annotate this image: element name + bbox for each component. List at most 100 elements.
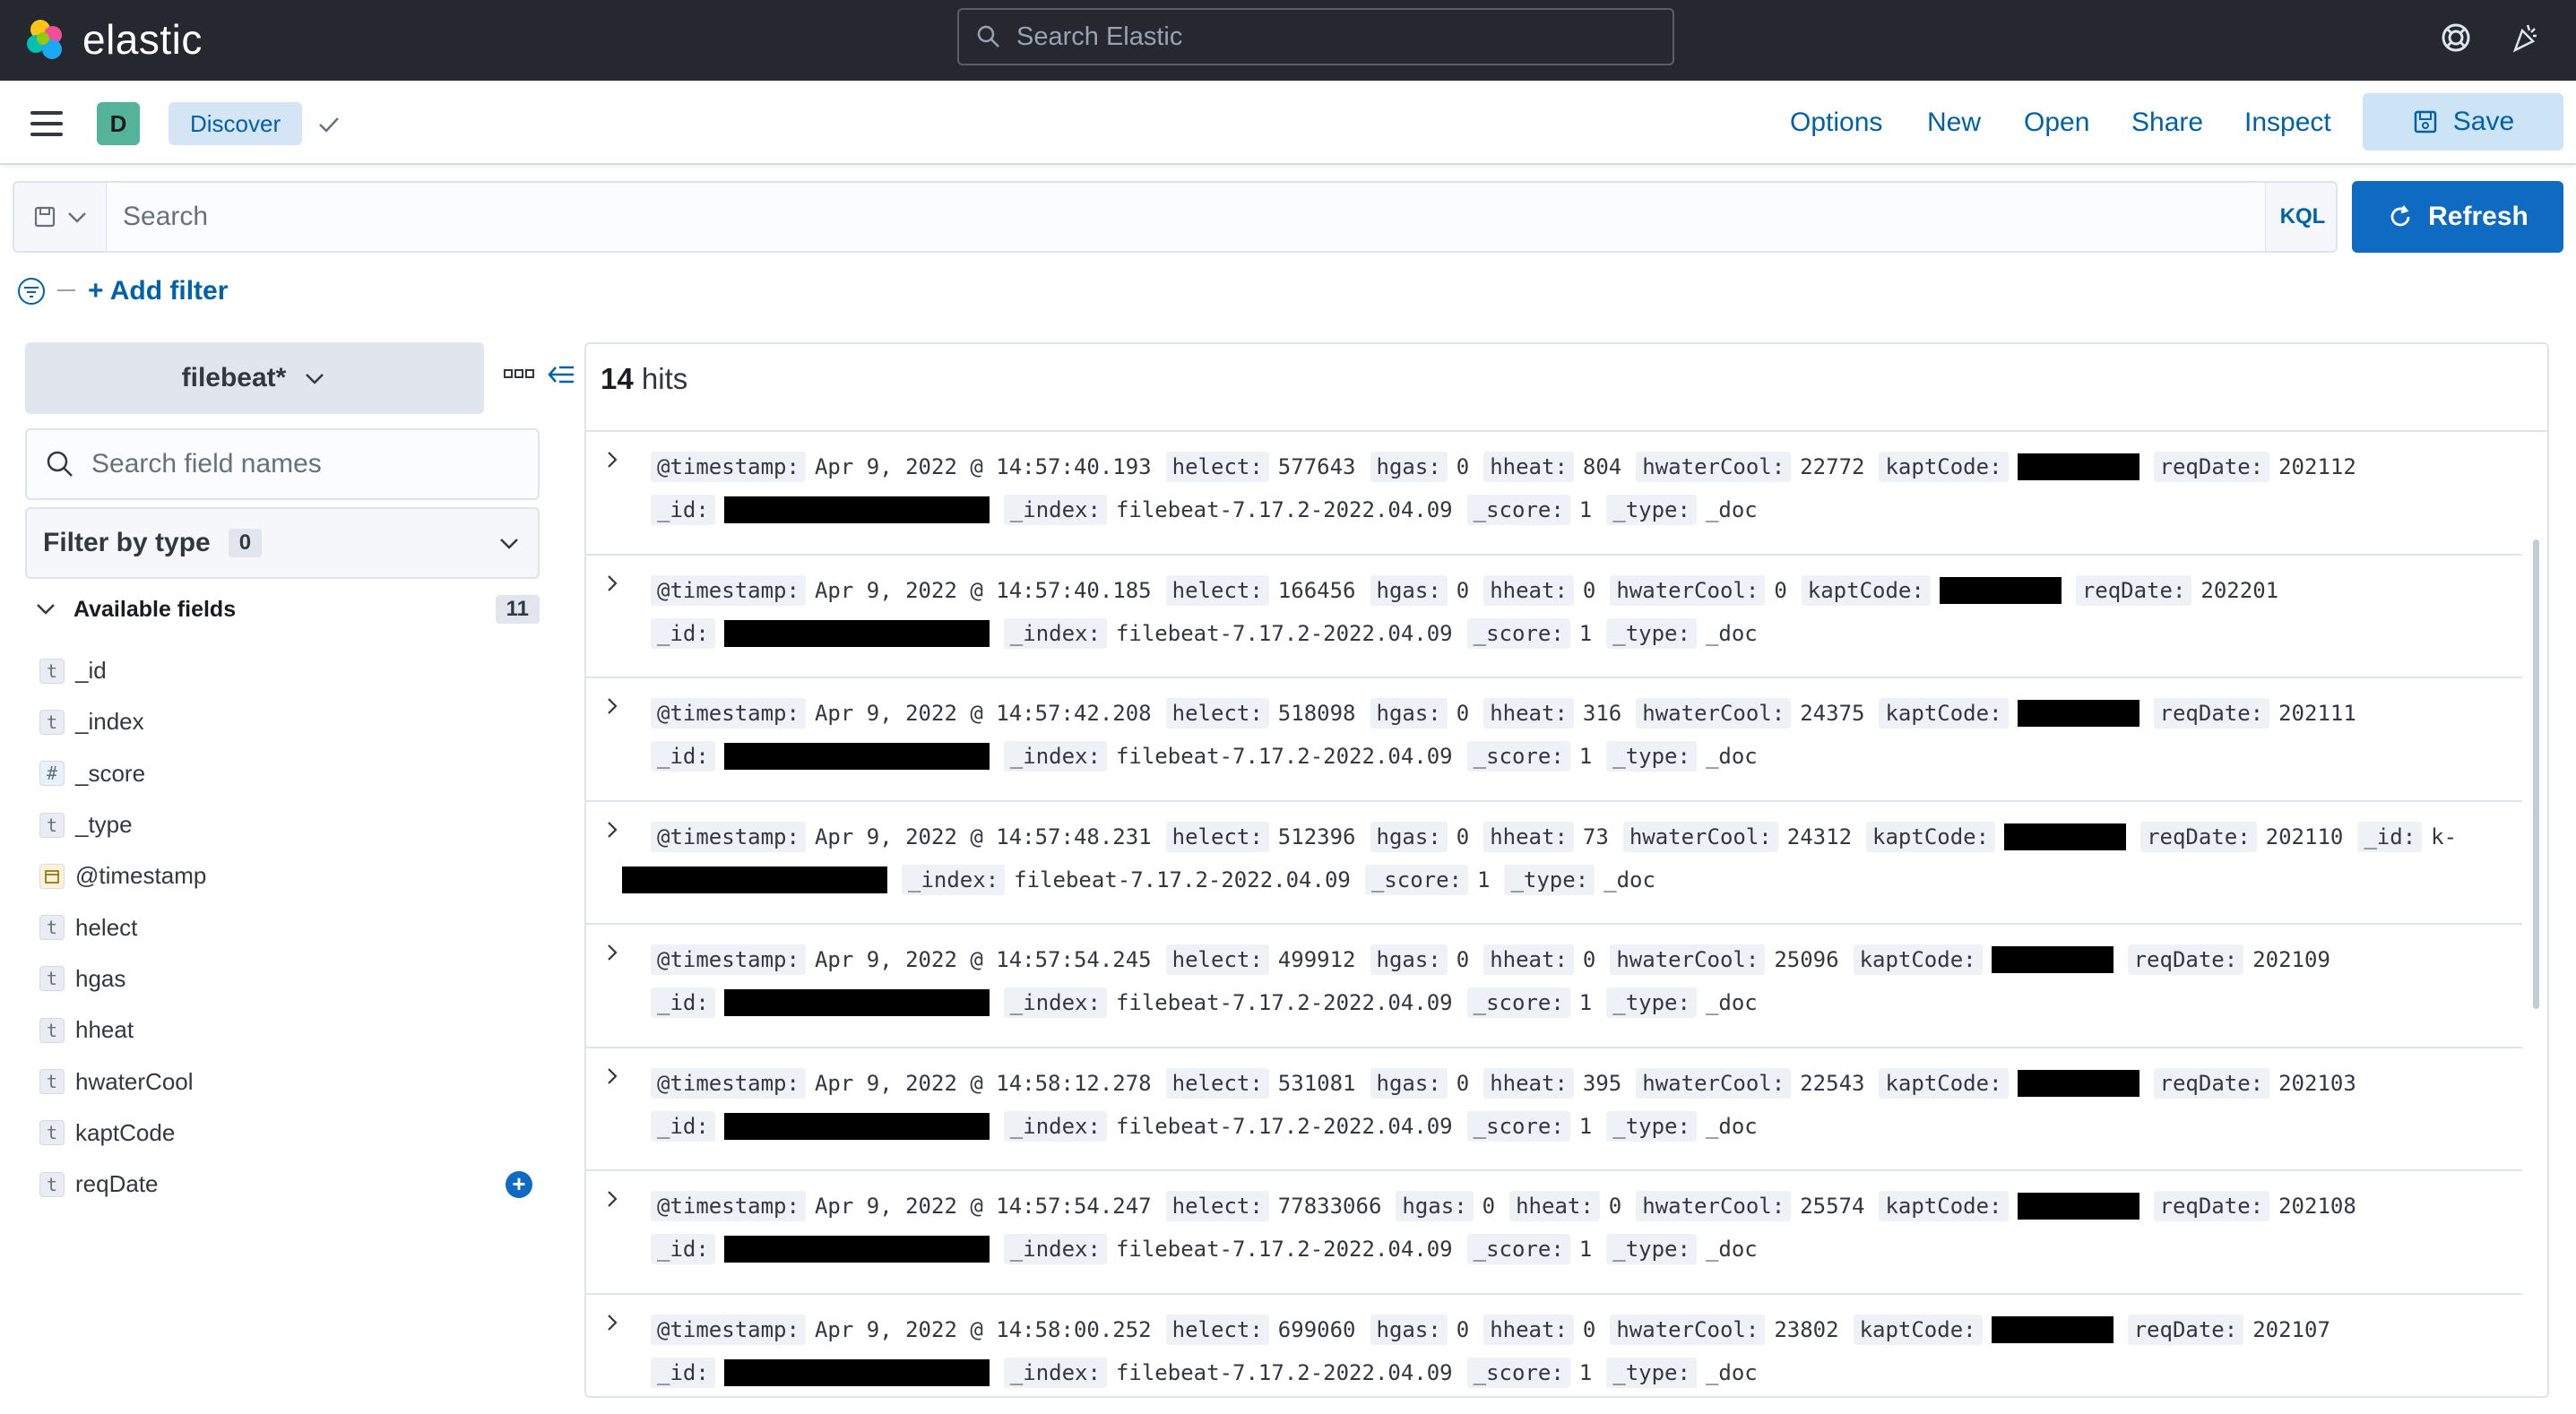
field-type-icon: t [39, 1069, 65, 1095]
field-value: 518098 [1277, 701, 1356, 726]
expand-icon[interactable] [602, 696, 622, 716]
field-key: _score: [1466, 495, 1570, 525]
app-bar: D Discover Options New Open Share Inspec… [0, 81, 2576, 165]
field-key: _index: [902, 864, 1006, 895]
field-type-icon: t [39, 1171, 65, 1197]
field-key: hheat: [1483, 452, 1574, 482]
save-button[interactable]: Save [2363, 93, 2563, 151]
field-item-kaptCode[interactable]: t kaptCode [39, 1108, 541, 1159]
field-value: 22772 [1800, 454, 1865, 479]
field-key: _id: [651, 987, 715, 1018]
redacted-value [723, 496, 990, 523]
redacted-value [723, 1358, 990, 1386]
field-value: 531081 [1277, 1070, 1356, 1096]
global-search-placeholder: Search Elastic [1016, 22, 1183, 51]
field-item-id[interactable]: t _id [39, 645, 541, 696]
field-key: _type: [1504, 864, 1595, 895]
field-value: Apr 9, 2022 @ 14:57:48.231 [814, 823, 1152, 849]
field-value: 1 [1578, 1113, 1593, 1139]
field-value: 202107 [2252, 1316, 2330, 1342]
expand-icon[interactable] [602, 1189, 622, 1209]
field-value: _doc [1705, 1237, 1758, 1262]
help-icon[interactable] [2438, 20, 2474, 56]
menu-icon[interactable] [30, 111, 63, 136]
field-value: filebeat-7.17.2-2022.04.09 [1014, 867, 1351, 892]
field-value: Apr 9, 2022 @ 14:57:40.193 [814, 454, 1152, 479]
field-name: reqDate [75, 1170, 159, 1198]
add-filter-button[interactable]: + Add filter [88, 276, 228, 306]
row-line: @timestamp: Apr 9, 2022 @ 14:57:54.245 hel… [651, 944, 2345, 975]
results-scrollbar[interactable] [2533, 539, 2539, 1009]
hits-counter: 14 hits [601, 362, 687, 396]
filter-icon[interactable] [16, 276, 47, 306]
field-item-hheat[interactable]: t hheat [39, 1004, 541, 1056]
field-key: reqDate: [2140, 821, 2257, 852]
field-key: _index: [1003, 1234, 1107, 1264]
expand-icon[interactable] [602, 450, 622, 470]
row-line: _id: _index: filebeat-7.17.2-2022.04.09 _sc… [651, 1234, 1772, 1264]
inspect-link[interactable]: Inspect [2244, 108, 2331, 138]
field-item-type[interactable]: t _type [39, 799, 541, 850]
refresh-button[interactable]: Refresh [2352, 181, 2563, 253]
field-value: 512396 [1277, 823, 1356, 849]
row-line: _id: _index: filebeat-7.17.2-2022.04.09 _sc… [651, 741, 1772, 772]
expand-icon[interactable] [602, 1313, 622, 1332]
field-item-hwaterCool[interactable]: t hwaterCool [39, 1056, 541, 1107]
field-item-timestamp[interactable]: @timestamp [39, 850, 541, 901]
expand-icon[interactable] [602, 820, 622, 840]
new-link[interactable]: New [1927, 108, 1981, 138]
field-key: _score: [1466, 741, 1570, 772]
available-fields-count: 11 [495, 595, 540, 624]
add-field-icon[interactable]: + [506, 1170, 532, 1198]
expand-icon[interactable] [602, 943, 622, 962]
field-key: @timestamp: [651, 1314, 806, 1345]
field-value: Apr 9, 2022 @ 14:57:54.247 [814, 1194, 1152, 1219]
breadcrumb-discover[interactable]: Discover [169, 102, 303, 145]
query-bar: Search KQL [13, 181, 2338, 253]
field-value: Apr 9, 2022 @ 14:57:54.245 [814, 947, 1152, 972]
collapse-icon[interactable] [547, 362, 575, 387]
elastic-logo[interactable]: elastic [23, 13, 203, 66]
field-value: Apr 9, 2022 @ 14:58:00.252 [814, 1316, 1152, 1342]
redacted-value [723, 989, 990, 1016]
share-link[interactable]: Share [2131, 108, 2203, 138]
expand-icon[interactable] [602, 573, 622, 593]
field-key: kaptCode: [1801, 574, 1931, 606]
field-item-helect[interactable]: t helect [39, 901, 541, 953]
space-avatar[interactable]: D [97, 102, 140, 145]
filter-by-type[interactable]: Filter by type 0 [25, 507, 540, 579]
results-panel: 14 hits @timestamp: Apr 9, 2022 @ 14:57:4… [584, 342, 2549, 1398]
field-key: reqDate: [2153, 1067, 2270, 1099]
saved-query-menu[interactable] [14, 183, 106, 251]
field-key: _index: [1003, 495, 1107, 525]
field-value: 577643 [1277, 454, 1356, 479]
field-value: 73 [1582, 823, 1609, 849]
field-value: 0 [1456, 577, 1470, 603]
query-search-input[interactable]: Search [106, 183, 2266, 251]
field-key: _type: [1606, 741, 1697, 772]
field-name: @timestamp [75, 862, 207, 890]
field-value: 1 [1578, 1237, 1593, 1262]
expand-icon[interactable] [602, 1066, 622, 1086]
field-search-input[interactable]: Search field names [25, 428, 540, 500]
options-icon[interactable] [504, 367, 534, 380]
options-link[interactable]: Options [1790, 108, 1882, 138]
field-value: 202112 [2278, 454, 2356, 479]
field-name: hwaterCool [75, 1067, 194, 1095]
global-search-input[interactable]: Search Elastic [957, 8, 1674, 65]
open-link[interactable]: Open [2024, 108, 2089, 138]
table-row: @timestamp: Apr 9, 2022 @ 14:58:00.252 hel… [586, 1295, 2522, 1397]
field-item-index[interactable]: t _index [39, 696, 541, 747]
field-key: _type: [1606, 987, 1697, 1018]
index-pattern-selector[interactable]: filebeat* [25, 342, 484, 414]
query-language-switcher[interactable]: KQL [2266, 183, 2339, 251]
field-key: _score: [1466, 1234, 1570, 1264]
newsfeed-icon[interactable] [2508, 20, 2544, 56]
field-item-reqDate[interactable]: t reqDate + [39, 1159, 541, 1210]
field-key: reqDate: [2127, 944, 2244, 975]
field-item-score[interactable]: # _score [39, 748, 541, 799]
available-fields-header[interactable]: Available fields 11 [34, 593, 540, 625]
field-item-hgas[interactable]: t hgas [39, 953, 541, 1004]
field-value: 1 [1477, 867, 1491, 892]
field-key: reqDate: [2153, 452, 2270, 482]
